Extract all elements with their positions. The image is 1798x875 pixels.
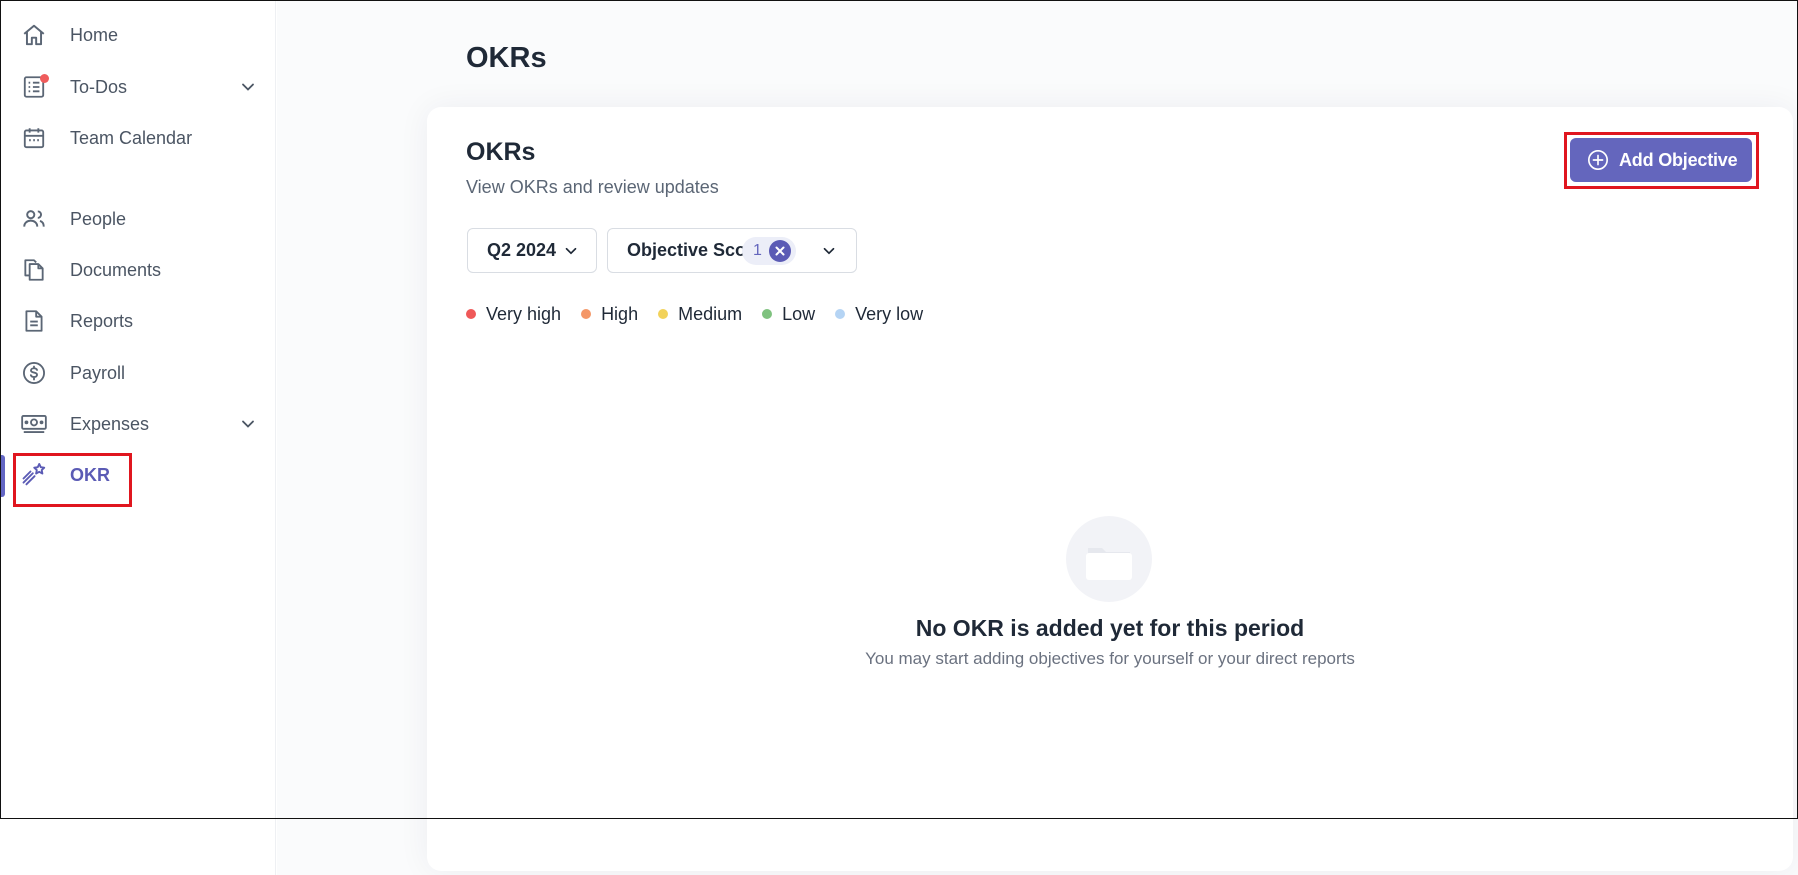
sidebar-item-payroll[interactable]: Payroll xyxy=(0,351,276,395)
empty-state-subtitle: You may start adding objectives for your… xyxy=(865,649,1355,668)
empty-folder-illustration xyxy=(1066,516,1152,602)
sidebar-item-label: Expenses xyxy=(70,413,150,434)
sidebar-item-people[interactable]: People xyxy=(0,197,276,241)
sidebar-item-documents[interactable]: Documents xyxy=(0,248,276,292)
sidebar-item-label: Payroll xyxy=(70,362,126,383)
chevron-down-icon[interactable] xyxy=(238,414,258,434)
scope-count-badge: 1 xyxy=(742,237,796,265)
shooting-star-icon xyxy=(20,461,48,489)
sidebar-item-label: Home xyxy=(70,24,119,45)
legend-item-very-low: Very low xyxy=(835,304,923,325)
objective-scope-dropdown[interactable]: Objective Scope 1 xyxy=(607,228,857,273)
period-value: Q2 2024 xyxy=(487,240,557,260)
app-root: Home To-Dos Team Calendar People Documen… xyxy=(0,0,1798,875)
legend-label: Medium xyxy=(678,303,743,324)
add-objective-label: Add Objective xyxy=(1619,149,1738,170)
page-title: OKRs xyxy=(466,42,547,74)
empty-state-title: No OKR is added yet for this period xyxy=(915,615,1305,641)
legend-label: High xyxy=(601,303,639,324)
sidebar-item-label: Reports xyxy=(70,310,134,331)
okr-card xyxy=(427,107,1793,871)
sidebar: Home To-Dos Team Calendar People Documen… xyxy=(0,0,276,875)
card-title: OKRs xyxy=(466,138,536,166)
legend-dot xyxy=(762,309,773,319)
documents-icon xyxy=(20,256,48,284)
sidebar-item-team-calendar[interactable]: Team Calendar xyxy=(0,116,276,160)
clear-scope-button[interactable] xyxy=(769,240,791,262)
legend-dot xyxy=(658,309,669,319)
sidebar-item-label: People xyxy=(70,208,127,229)
legend-item-low: Low xyxy=(762,304,815,325)
notification-dot xyxy=(40,74,49,83)
cash-icon xyxy=(20,410,48,438)
people-icon xyxy=(20,205,48,233)
legend-item-very-high: Very high xyxy=(466,304,561,325)
legend-dot xyxy=(835,309,846,319)
sidebar-item-label: OKR xyxy=(70,464,110,485)
close-icon xyxy=(775,246,785,256)
legend-label: Very high xyxy=(486,303,562,324)
sidebar-item-expenses[interactable]: Expenses xyxy=(0,402,276,446)
legend-dot xyxy=(466,309,476,319)
sidebar-item-label: Documents xyxy=(70,259,162,280)
folder-icon xyxy=(1086,548,1132,580)
scope-count: 1 xyxy=(753,242,762,259)
chevron-down-icon[interactable] xyxy=(238,77,258,97)
sidebar-item-okr[interactable]: OKR xyxy=(0,453,276,497)
plus-circle-icon xyxy=(1588,150,1608,170)
sidebar-item-reports[interactable]: Reports xyxy=(0,299,276,343)
legend-item-high: High xyxy=(581,304,638,325)
sidebar-item-label: Team Calendar xyxy=(70,127,193,148)
legend-label: Very low xyxy=(855,303,924,324)
period-dropdown[interactable]: Q2 2024 xyxy=(467,228,597,273)
legend-label: Low xyxy=(782,303,816,324)
sidebar-item-label: To-Dos xyxy=(70,76,128,97)
report-icon xyxy=(20,307,48,335)
calendar-icon xyxy=(20,124,48,152)
dollar-icon xyxy=(20,359,48,387)
sidebar-item-todos[interactable]: To-Dos xyxy=(0,65,276,109)
legend-dot xyxy=(581,309,592,319)
chevron-down-icon xyxy=(565,247,577,255)
chevron-down-icon xyxy=(823,247,835,255)
card-subtitle: View OKRs and review updates xyxy=(466,177,719,197)
sidebar-item-home[interactable]: Home xyxy=(0,13,276,57)
priority-legend: Very high High Medium Low Very low xyxy=(466,302,943,326)
todo-list-icon xyxy=(20,73,49,101)
legend-item-medium: Medium xyxy=(658,304,742,325)
add-objective-button[interactable]: Add Objective xyxy=(1570,138,1752,182)
home-icon xyxy=(20,21,48,49)
